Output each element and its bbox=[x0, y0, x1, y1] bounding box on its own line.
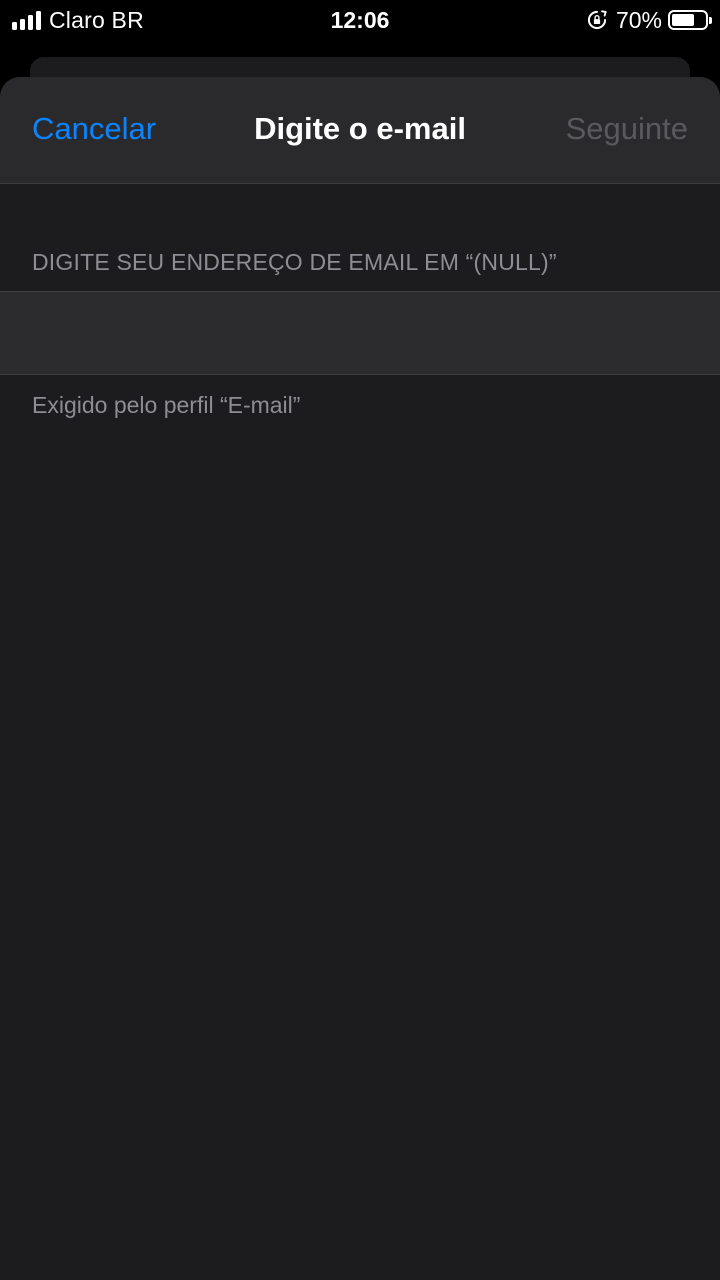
status-right: 70% bbox=[586, 6, 712, 34]
status-bar: Claro BR 12:06 70% bbox=[0, 0, 720, 40]
battery-icon bbox=[668, 10, 712, 30]
email-input[interactable] bbox=[32, 292, 688, 374]
email-sheet: Cancelar Digite o e-mail Seguinte DIGITE… bbox=[0, 77, 720, 1280]
section-header: DIGITE SEU ENDEREÇO DE EMAIL EM “(NULL)” bbox=[32, 249, 557, 275]
battery-percent: 70% bbox=[615, 6, 662, 33]
cancel-button[interactable]: Cancelar bbox=[32, 111, 156, 147]
rotation-lock-icon bbox=[587, 10, 607, 30]
navigation-bar: Cancelar Digite o e-mail Seguinte bbox=[0, 77, 720, 184]
section-footer: Exigido pelo perfil “E-mail” bbox=[32, 392, 301, 418]
screen: Claro BR 12:06 70% Cancelar Digite o e-m… bbox=[0, 0, 720, 1280]
email-field-row[interactable] bbox=[0, 291, 720, 375]
battery-fill bbox=[672, 14, 694, 26]
battery-cap bbox=[709, 17, 712, 24]
next-button[interactable]: Seguinte bbox=[566, 111, 688, 147]
